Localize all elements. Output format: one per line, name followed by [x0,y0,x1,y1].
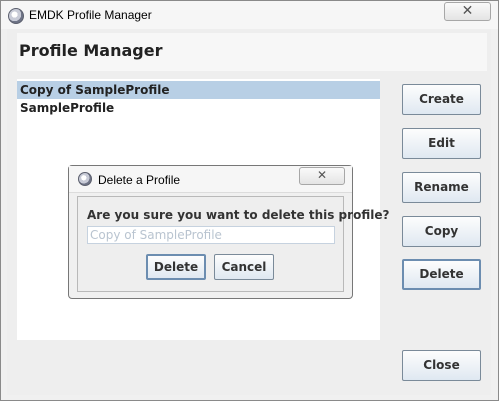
delete-profile-dialog: Delete a Profile ✕ Are you sure you want… [68,165,389,299]
edit-button[interactable]: Edit [402,128,481,159]
profile-list-item[interactable]: Copy of SampleProfile [17,81,380,99]
dialog-title-bar[interactable]: Delete a Profile ✕ [69,166,352,193]
profile-name-field: Copy of SampleProfile [87,226,335,244]
title-bar[interactable]: EMDK Profile Manager ✕ [1,1,498,29]
page-title: Profile Manager [19,41,163,60]
dialog-close-icon[interactable]: ✕ [299,167,345,185]
dialog-title: Delete a Profile [98,173,181,187]
dialog-cancel-button[interactable]: Cancel [214,254,274,280]
profile-list-item[interactable]: SampleProfile [17,99,380,117]
rename-button[interactable]: Rename [402,172,481,203]
close-button[interactable]: Close [402,350,481,381]
main-window: EMDK Profile Manager ✕ Profile Manager C… [0,0,499,401]
copy-button[interactable]: Copy [402,216,481,247]
window-title: EMDK Profile Manager [29,8,152,22]
dialog-app-icon [78,172,92,186]
window-close-icon[interactable]: ✕ [444,2,491,21]
confirm-question: Are you sure you want to delete this pro… [87,208,390,222]
create-button[interactable]: Create [402,84,481,115]
dialog-delete-button[interactable]: Delete [146,254,206,280]
header-panel: Profile Manager [17,33,487,71]
delete-button[interactable]: Delete [402,259,481,290]
app-icon [8,8,24,24]
dialog-body: Are you sure you want to delete this pro… [77,196,389,292]
